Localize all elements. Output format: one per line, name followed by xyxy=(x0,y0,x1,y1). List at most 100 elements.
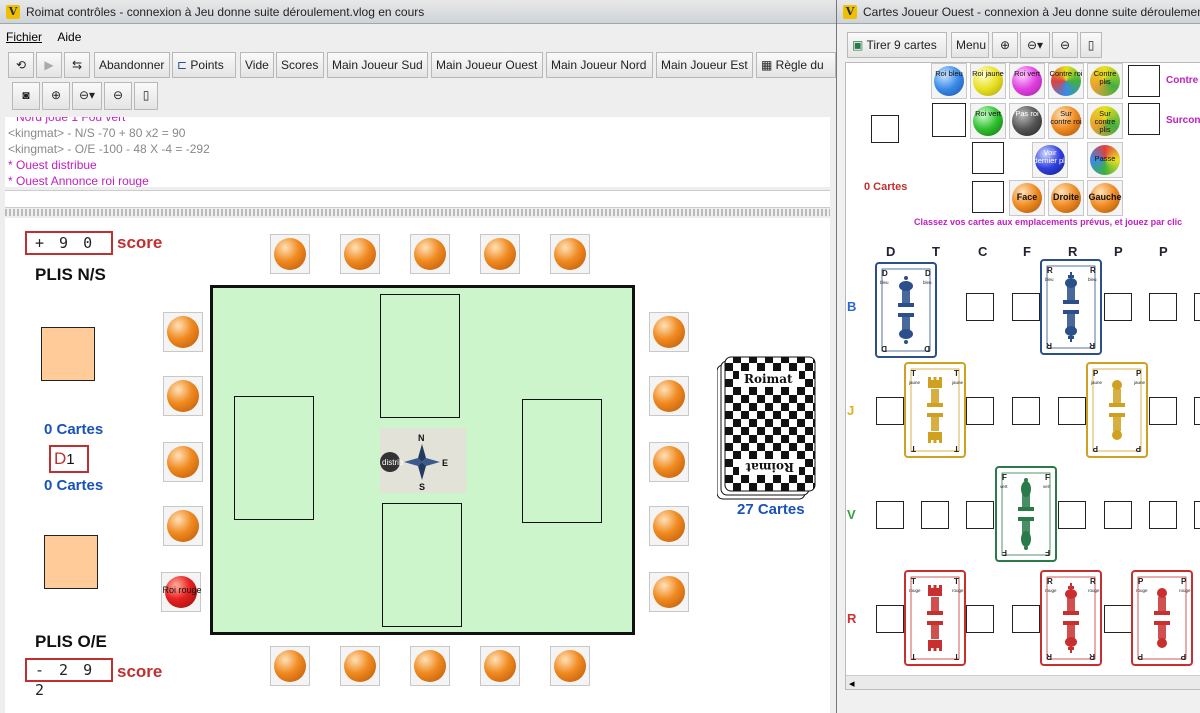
chip-nord[interactable] xyxy=(550,234,590,274)
sur-contre-roi-button[interactable]: Sur contre roi xyxy=(1048,103,1084,139)
roi-sec-button[interactable]: Roi vert xyxy=(1009,63,1045,99)
scores-button[interactable]: Scores xyxy=(276,52,324,78)
card-slot[interactable] xyxy=(966,397,994,425)
main-ouest-button[interactable]: Main Joueur Ouest xyxy=(431,52,543,78)
card-slot[interactable] xyxy=(1149,501,1177,529)
refresh-icon[interactable]: ⟲ xyxy=(8,52,34,78)
chip-nord[interactable] xyxy=(410,234,450,274)
surcontre-slot[interactable] xyxy=(1128,103,1160,135)
swap-icon[interactable]: ⇆ xyxy=(64,52,90,78)
chip-ouest[interactable] xyxy=(163,376,203,416)
chip-nord[interactable] xyxy=(340,234,380,274)
announce-chip[interactable]: Roi rouge xyxy=(161,572,202,612)
card-slot[interactable] xyxy=(876,501,904,529)
main-nord-button[interactable]: Main Joueur Nord xyxy=(546,52,653,78)
card-tour-jaune[interactable]: T T T Tjaune jaune xyxy=(904,362,966,458)
slot-est[interactable] xyxy=(522,399,602,523)
face-button[interactable]: Face xyxy=(1009,180,1045,216)
card-slot[interactable] xyxy=(1194,397,1200,425)
roi-bleu-button[interactable]: Roi bleu xyxy=(931,63,967,99)
card-slot[interactable] xyxy=(921,501,949,529)
roi-jaune-button[interactable]: Roi jaune xyxy=(970,63,1006,99)
sur-contre-plis-button[interactable]: Sur contre plis xyxy=(1087,103,1123,139)
card-slot[interactable] xyxy=(1149,397,1177,425)
chip-ouest[interactable] xyxy=(163,506,203,546)
abandonner-button[interactable]: Abandonner xyxy=(94,52,170,78)
card-slot[interactable] xyxy=(966,501,994,529)
passe-button[interactable]: Passe xyxy=(1087,142,1123,178)
chip-est[interactable] xyxy=(649,506,689,546)
card-slot[interactable] xyxy=(966,605,994,633)
card-slot[interactable] xyxy=(1104,605,1132,633)
card-slot[interactable] xyxy=(1012,397,1040,425)
contre-plis-button[interactable]: Contre plis xyxy=(1087,63,1123,99)
slot-ouest[interactable] xyxy=(234,396,314,520)
zoom-out-icon[interactable]: ⊖ xyxy=(104,82,132,110)
card-slot[interactable] xyxy=(1194,501,1200,529)
card-slot[interactable] xyxy=(1194,293,1200,321)
chat-input[interactable] xyxy=(5,190,830,208)
splitter-handle[interactable] xyxy=(5,209,830,216)
contre-roi-button[interactable]: Contre roi xyxy=(1048,63,1084,99)
voir-dernier-pli-button[interactable]: Voir dernier pli xyxy=(1032,142,1068,178)
slot-sud[interactable] xyxy=(382,503,462,627)
chip-est[interactable] xyxy=(649,312,689,352)
points-button[interactable]: ⊏ Points xyxy=(172,52,236,78)
card-slot[interactable] xyxy=(1058,397,1086,425)
card-slot[interactable] xyxy=(876,605,904,633)
chip-sud[interactable] xyxy=(340,646,380,686)
main-est-button[interactable]: Main Joueur Est xyxy=(656,52,753,78)
zoom-in-icon[interactable]: ⊕ xyxy=(992,32,1018,58)
card-deck[interactable]: Roimat Roimat xyxy=(717,355,817,501)
main-titlebar[interactable]: V Roimat contrôles - connexion à Jeu don… xyxy=(0,0,836,24)
card-slot[interactable] xyxy=(966,293,994,321)
card-dame-bleu[interactable]: D D D Dbleu bleu xyxy=(875,262,937,358)
empty-slot[interactable] xyxy=(932,103,966,137)
card-slot[interactable] xyxy=(1104,293,1132,321)
card-roi-bleu[interactable]: R R R Rbleu bleu xyxy=(1040,259,1102,355)
card-slot[interactable] xyxy=(1149,293,1177,321)
play-icon[interactable]: ▶ xyxy=(36,52,62,78)
chip-ouest[interactable] xyxy=(163,442,203,482)
scroll-left-icon[interactable]: ◂ xyxy=(849,677,855,689)
horizontal-scrollbar[interactable]: ◂ xyxy=(846,675,1200,689)
pas-roi-button[interactable]: Pas roi xyxy=(1009,103,1045,139)
chip-est[interactable] xyxy=(649,572,689,612)
battery-icon[interactable]: ▯ xyxy=(1080,32,1102,58)
chip-sud[interactable] xyxy=(550,646,590,686)
card-slot[interactable] xyxy=(1058,501,1086,529)
camera-icon[interactable]: ◙ xyxy=(12,82,40,110)
chip-sud[interactable] xyxy=(480,646,520,686)
gauche-button[interactable]: Gauche xyxy=(1087,180,1123,216)
card-pion-rouge[interactable]: P P P Prouge rouge xyxy=(1131,570,1193,666)
plis-ns-pile[interactable] xyxy=(41,327,95,381)
chip-sud[interactable] xyxy=(270,646,310,686)
regle-button[interactable]: ▦ Règle du xyxy=(756,52,836,78)
empty-slot[interactable] xyxy=(972,142,1004,174)
battery-icon[interactable]: ▯ xyxy=(134,82,158,110)
zoom-in-icon[interactable]: ⊕ xyxy=(42,82,70,110)
chip-est[interactable] xyxy=(649,442,689,482)
card-fou-vert[interactable]: F F F Fvert vert xyxy=(995,466,1057,562)
chip-nord[interactable] xyxy=(480,234,520,274)
zoom-dropdown-icon[interactable]: ⊖▾ xyxy=(1020,32,1050,58)
contre-slot[interactable] xyxy=(1128,65,1160,97)
card-roi-rouge[interactable]: R R R Rrouge rouge xyxy=(1040,570,1102,666)
droite-button[interactable]: Droite xyxy=(1048,180,1084,216)
card-slot[interactable] xyxy=(1012,605,1040,633)
slot-nord[interactable] xyxy=(380,294,460,418)
chip-sud[interactable] xyxy=(410,646,450,686)
chip-est[interactable] xyxy=(649,376,689,416)
draw-cards-button[interactable]: ▣ Tirer 9 cartes xyxy=(847,32,947,58)
card-slot[interactable] xyxy=(876,397,904,425)
menu-fichier[interactable]: Fichier xyxy=(0,28,48,46)
card-tour-rouge[interactable]: T T T Trouge rouge xyxy=(904,570,966,666)
vide-button[interactable]: Vide xyxy=(240,52,274,78)
roi-vert-button[interactable]: Roi vert xyxy=(970,103,1006,139)
empty-slot[interactable] xyxy=(972,181,1004,213)
plis-oe-pile[interactable] xyxy=(44,535,98,589)
menu-aide[interactable]: Aide xyxy=(51,28,87,46)
main-sud-button[interactable]: Main Joueur Sud xyxy=(327,52,428,78)
card-slot[interactable] xyxy=(1012,293,1040,321)
card-pion-jaune[interactable]: P P P Pjaune jaune xyxy=(1086,362,1148,458)
